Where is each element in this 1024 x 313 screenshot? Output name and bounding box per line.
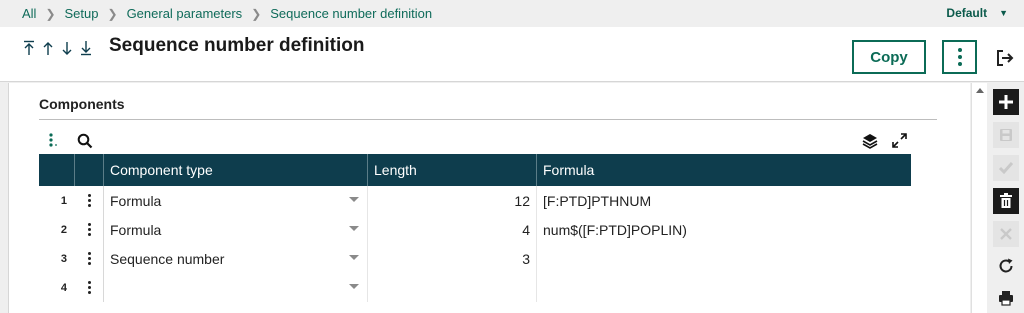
section-title: Components [39,96,125,112]
chevron-right-icon: ❯ [251,6,262,21]
save-icon[interactable] [993,122,1019,148]
component-type-cell[interactable]: Formula [104,186,368,215]
add-icon[interactable] [993,89,1019,115]
table-row: 3 Sequence number 3 [39,244,911,273]
more-vertical-icon [87,223,91,236]
more-vertical-icon [87,281,91,294]
breadcrumb-all[interactable]: All [22,6,36,21]
delete-icon[interactable] [993,188,1019,214]
more-vertical-icon [957,48,962,66]
row-menu-button[interactable] [75,186,104,215]
row-number: 1 [60,194,67,207]
grid-header: Component type Length Formula [39,154,911,186]
header-row-menu [75,154,104,186]
component-type-value: Sequence number [110,250,225,267]
dropdown-arrow-icon[interactable] [349,226,359,231]
length-cell[interactable]: 4 [368,215,537,244]
more-actions-button[interactable] [942,40,977,74]
length-cell[interactable]: 3 [368,244,537,273]
search-icon[interactable] [77,133,93,149]
formula-cell[interactable]: [F:PTD]PTHNUM [537,186,911,215]
header-row-number [39,154,75,186]
row-number: 2 [60,223,67,236]
components-grid: Component type Length Formula 1 Formula … [39,154,911,302]
last-record-icon[interactable] [79,39,92,57]
row-number: 4 [60,281,67,294]
component-type-value: Formula [110,192,162,209]
table-row: 2 Formula 4 num$([F:PTD]POPLIN) [39,215,911,244]
chevron-right-icon: ❯ [45,6,56,21]
component-type-cell[interactable]: Sequence number [104,244,368,273]
previous-record-icon[interactable] [41,39,54,57]
row-menu-button[interactable] [75,273,104,302]
view-selector[interactable]: Default ▼ [946,6,1008,20]
row-number: 3 [60,252,67,265]
table-row: 4 [39,273,911,302]
page-header: Sequence number definition Copy [0,27,1024,82]
row-menu-button[interactable] [75,244,104,273]
length-cell[interactable] [368,273,537,302]
chevron-right-icon: ❯ [107,6,118,21]
action-bar [988,83,1024,313]
component-type-cell[interactable] [104,273,368,302]
breadcrumb-bar: All ❯ Setup ❯ General parameters ❯ Seque… [0,0,1024,27]
copy-button[interactable]: Copy [852,40,926,74]
main-panel: Components Component type Length Formula… [8,83,970,313]
more-vertical-icon [87,194,91,207]
validate-icon[interactable] [993,155,1019,181]
expand-icon[interactable] [891,132,908,149]
print-icon[interactable] [993,285,1019,311]
caret-down-icon: ▼ [999,8,1008,18]
breadcrumb-general-parameters[interactable]: General parameters [127,6,243,21]
page-title: Sequence number definition [109,35,365,56]
grid-menu-icon[interactable] [48,132,60,148]
view-selector-label: Default [946,6,988,20]
component-type-cell[interactable]: Formula [104,215,368,244]
layers-icon[interactable] [862,133,878,149]
breadcrumb-current: Sequence number definition [270,6,433,21]
cancel-icon[interactable] [993,221,1019,247]
record-navigation [22,39,92,57]
refresh-icon[interactable] [993,253,1019,279]
column-header-length[interactable]: Length [368,154,537,186]
scroll-up-icon[interactable] [976,88,984,93]
column-header-formula[interactable]: Formula [537,154,911,186]
next-record-icon[interactable] [60,39,73,57]
section-divider [39,119,937,120]
exit-icon[interactable] [994,47,1016,69]
dropdown-arrow-icon[interactable] [349,197,359,202]
column-header-component-type[interactable]: Component type [104,154,368,186]
row-menu-button[interactable] [75,215,104,244]
breadcrumb: All ❯ Setup ❯ General parameters ❯ Seque… [22,6,432,21]
more-vertical-icon [87,252,91,265]
formula-cell[interactable]: num$([F:PTD]POPLIN) [537,215,911,244]
dropdown-arrow-icon[interactable] [349,284,359,289]
formula-cell[interactable] [537,244,911,273]
first-record-icon[interactable] [22,39,35,57]
formula-cell[interactable] [537,273,911,302]
vertical-scrollbar[interactable] [971,83,987,313]
component-type-value: Formula [110,221,162,238]
dropdown-arrow-icon[interactable] [349,255,359,260]
length-cell[interactable]: 12 [368,186,537,215]
table-row: 1 Formula 12 [F:PTD]PTHNUM [39,186,911,215]
breadcrumb-setup[interactable]: Setup [65,6,99,21]
